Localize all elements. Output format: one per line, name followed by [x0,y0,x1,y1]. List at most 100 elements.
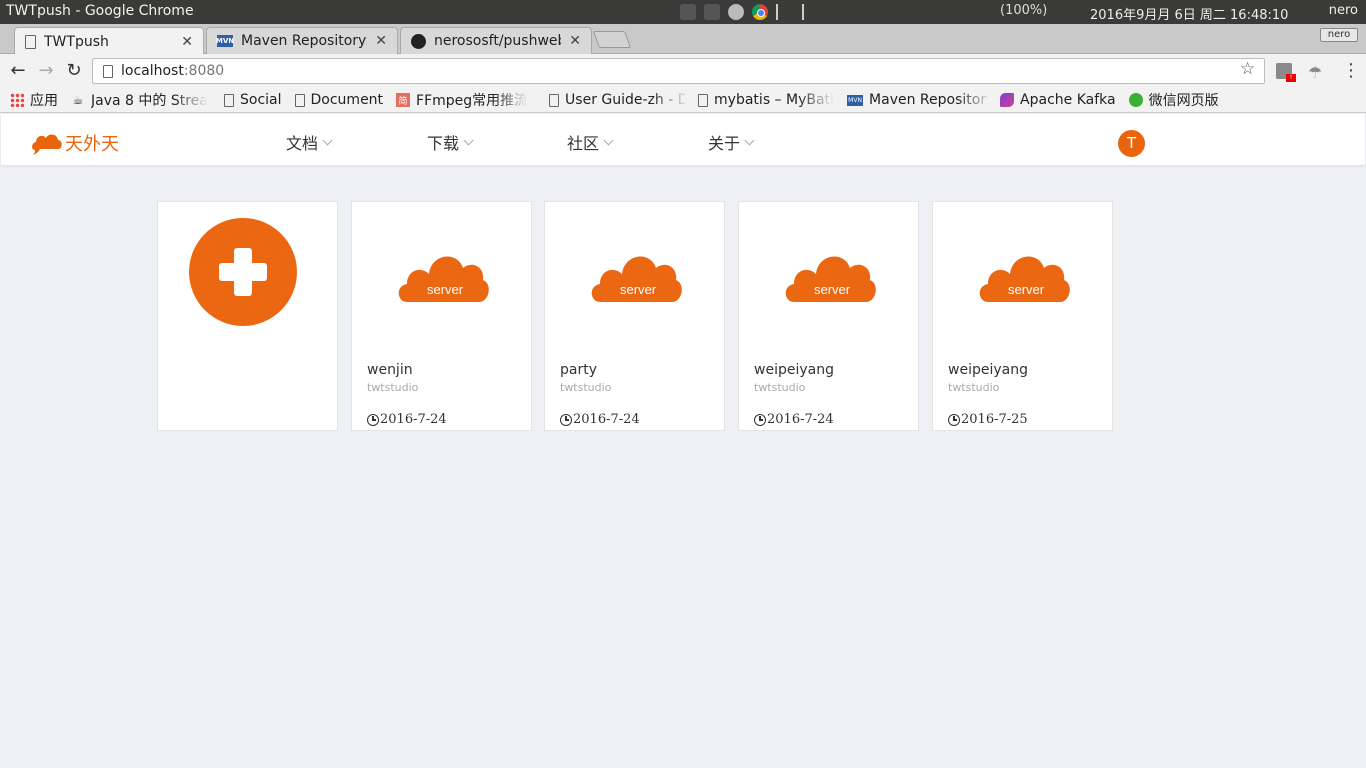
session-user[interactable]: nero [1329,3,1358,18]
page-icon [698,93,709,107]
chrome-icon[interactable] [752,4,768,20]
bookmark-user-guide[interactable]: User Guide-zh - D [549,92,685,108]
project-name[interactable]: weipeiyang [948,362,1028,378]
project-org: twtstudio [754,381,806,394]
clock[interactable]: 2016年9月月 6日 周二 16:48:10 [1090,4,1288,23]
logo-cloud-icon [32,134,62,155]
clock-icon [948,413,960,426]
close-icon[interactable]: ✕ [181,34,193,50]
extension-umbrella-icon[interactable]: ☂ [1308,63,1322,82]
bookmark-document[interactable]: Document [294,92,384,108]
bookmark-social[interactable]: Social [224,92,282,108]
nav-label: 文档 [286,134,319,153]
extension-icon[interactable]: ! [1276,63,1296,82]
bookmark-label: Document [310,92,384,108]
project-name[interactable]: party [560,362,597,378]
add-plus-icon[interactable] [189,218,297,326]
project-card[interactable]: server weipeiyang twtstudio 2016-7-24 [738,201,919,431]
chrome-menu-icon[interactable]: ⋮ [1342,60,1360,81]
project-card[interactable]: server weipeiyang twtstudio 2016-7-25 [932,201,1113,431]
bookmark-label: FFmpeg常用推流 [416,93,529,109]
system-tray [680,2,804,22]
close-icon[interactable]: ✕ [375,33,387,49]
wifi-icon[interactable] [704,4,720,20]
chevron-down-icon [744,135,755,145]
add-project-card[interactable] [157,201,338,431]
cloud-label: server [620,282,657,297]
forward-arrow-icon[interactable]: → [35,60,57,82]
bookmark-label: 应用 [30,93,58,109]
cpu-monitor-icon[interactable] [776,4,804,20]
bookmark-label: 微信网页版 [1148,93,1219,109]
project-org: twtstudio [367,381,419,394]
back-arrow-icon[interactable]: ← [7,60,29,82]
bookmark-ffmpeg[interactable]: 简 FFmpeg常用推流 [396,90,536,110]
chevron-down-icon [322,135,333,145]
cloud-server-icon: server [785,256,876,302]
apps-grid-icon [10,93,24,107]
bookmark-mybatis[interactable]: mybatis – MyBati [698,92,834,108]
bookmark-apps[interactable]: 应用 [10,90,58,110]
battery-status[interactable]: (100%) [1000,3,1047,18]
tab-label: Maven Repository: c [241,33,368,49]
wechat-icon [1128,93,1143,107]
app-header: 天外天 文档 下载 社区 关于 T [1,114,1365,166]
nav-docs[interactable]: 文档 [286,130,333,154]
logo[interactable]: 天外天 [31,130,119,156]
bookmark-kafka[interactable]: Apache Kafka [1000,92,1116,108]
date-text: 2016-7-25 [961,412,1028,427]
bookmark-star-icon[interactable]: ☆ [1240,59,1255,79]
tab-maven[interactable]: MVN Maven Repository: c ✕ [206,27,398,54]
mvn-icon: MVN [215,35,235,47]
page-icon [25,34,36,49]
bookmark-label: Java 8 中的 Strea [91,93,208,109]
bookmark-java8[interactable]: ☕ Java 8 中的 Strea [71,90,211,110]
clock-icon [560,413,572,426]
clock-icon [367,413,379,426]
browser-toolbar: ← → ↻ localhost:8080 ☆ ! ☂ ⋮ [0,54,1366,88]
date-text: 2016-7-24 [573,412,640,427]
project-date: 2016-7-24 [367,412,447,427]
logo-text: 天外天 [65,134,119,155]
profile-button[interactable]: nero [1320,28,1358,42]
reload-icon[interactable]: ↻ [63,60,85,82]
keyboard-icon[interactable] [728,4,744,20]
tab-twtpush[interactable]: TWTpush ✕ [14,27,204,55]
close-icon[interactable]: ✕ [569,33,581,49]
nav-about[interactable]: 关于 [708,130,755,154]
bookmark-label: User Guide-zh - D [565,92,686,108]
nav-label: 下载 [427,134,460,153]
project-org: twtstudio [948,381,1000,394]
bookmark-label: Apache Kafka [1020,92,1116,108]
tab-strip: TWTpush ✕ MVN Maven Repository: c ✕ nero… [0,24,1366,55]
new-tab-button[interactable] [592,31,632,48]
nav-label: 关于 [708,134,741,153]
nav-download[interactable]: 下载 [427,130,474,154]
avatar[interactable]: T [1118,130,1145,157]
java-icon: ☕ [72,93,84,107]
bookmarks-bar: 应用 ☕ Java 8 中的 Strea Social Document 简 F… [0,88,1366,113]
project-date: 2016-7-24 [560,412,640,427]
project-card[interactable]: server party twtstudio 2016-7-24 [544,201,725,431]
project-date: 2016-7-25 [948,412,1028,427]
address-bar[interactable]: localhost:8080 [92,58,1265,84]
tab-github[interactable]: nerososft/pushweb: ✕ [400,27,592,54]
project-name[interactable]: wenjin [367,362,413,378]
cloud-label: server [814,282,851,297]
nav-community[interactable]: 社区 [567,130,614,154]
bookmark-wechat[interactable]: 微信网页版 [1128,90,1219,110]
window-title: TWTpush - Google Chrome [6,3,194,19]
bookmark-label: Maven Repository [869,92,988,108]
chevron-down-icon [463,135,474,145]
page-info-icon[interactable] [103,65,113,78]
mvn-icon: MVN [847,94,864,106]
date-text: 2016-7-24 [380,412,447,427]
page-icon [549,93,560,107]
url-host: localhost [121,63,184,79]
cloud-server-icon: server [979,256,1070,302]
page-icon [224,93,234,107]
project-name[interactable]: weipeiyang [754,362,834,378]
network-icon[interactable] [680,4,696,20]
project-card[interactable]: server wenjin twtstudio 2016-7-24 [351,201,532,431]
bookmark-maven[interactable]: MVN Maven Repository [847,92,987,108]
